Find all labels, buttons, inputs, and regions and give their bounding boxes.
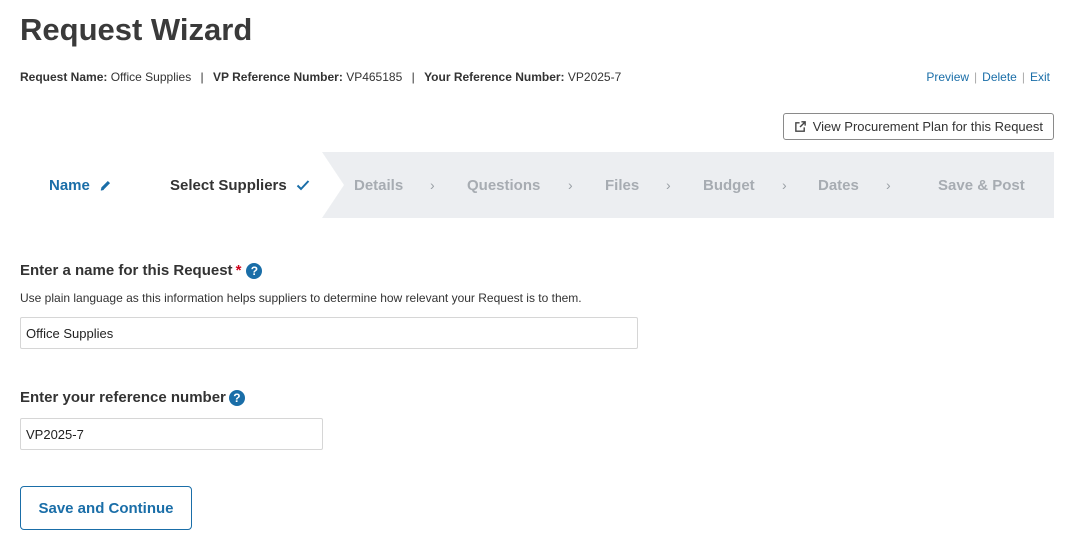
step-label: Questions bbox=[467, 176, 541, 194]
request-name-label-text: Enter a name for this Request bbox=[20, 262, 233, 279]
vp-reference-label: VP Reference Number: bbox=[213, 70, 343, 84]
reference-number-label-text: Enter your reference number bbox=[20, 389, 226, 406]
step-label: Budget bbox=[703, 176, 755, 194]
page-title: Request Wizard bbox=[20, 12, 253, 47]
preview-link[interactable]: Preview bbox=[926, 70, 969, 84]
chevron-right-icon: › bbox=[782, 177, 787, 193]
step-save-and-post[interactable]: Save & Post bbox=[938, 152, 1025, 218]
chevron-right-icon: › bbox=[666, 177, 671, 193]
request-name-input[interactable] bbox=[20, 317, 638, 349]
step-files[interactable]: Files bbox=[605, 152, 639, 218]
checkmark-icon bbox=[296, 179, 310, 191]
request-name-hint: Use plain language as this information h… bbox=[20, 291, 582, 305]
vp-reference-value: VP465185 bbox=[346, 70, 403, 84]
link-divider: | bbox=[1021, 70, 1025, 84]
wizard-steps: Name Select Suppliers Details › Question… bbox=[20, 152, 1054, 218]
help-icon[interactable]: ? bbox=[246, 262, 263, 279]
view-procurement-plan-button[interactable]: View Procurement Plan for this Request bbox=[782, 113, 1054, 140]
request-meta: Request Name: Office Supplies | VP Refer… bbox=[20, 70, 621, 84]
top-links: Preview | Delete | Exit bbox=[926, 70, 1050, 84]
help-icon[interactable]: ? bbox=[228, 389, 245, 406]
exit-link[interactable]: Exit bbox=[1030, 70, 1050, 84]
your-reference-label: Your Reference Number: bbox=[424, 70, 565, 84]
request-name-value: Office Supplies bbox=[110, 70, 192, 84]
step-label: Details bbox=[354, 176, 404, 194]
step-label: Dates bbox=[818, 176, 859, 194]
view-procurement-plan-label: View Procurement Plan for this Request bbox=[812, 119, 1043, 134]
your-reference-value: VP2025-7 bbox=[567, 70, 622, 84]
link-divider: | bbox=[974, 70, 978, 84]
step-questions[interactable]: Questions bbox=[467, 152, 540, 218]
chevron-right-icon: › bbox=[568, 177, 573, 193]
step-label: Select Suppliers bbox=[170, 176, 287, 194]
reference-number-field-label: Enter your reference number ? bbox=[20, 389, 245, 406]
step-label: Files bbox=[605, 176, 640, 194]
step-budget[interactable]: Budget bbox=[703, 152, 755, 218]
reference-number-input[interactable] bbox=[20, 418, 323, 450]
external-link-icon bbox=[794, 120, 807, 133]
meta-separator: | bbox=[411, 70, 415, 84]
step-name[interactable]: Name bbox=[49, 152, 112, 218]
chevron-right-icon: › bbox=[886, 177, 891, 193]
steps-arrow bbox=[322, 152, 344, 218]
request-name-label: Request Name: bbox=[20, 70, 108, 84]
request-name-field-label: Enter a name for this Request * ? bbox=[20, 262, 263, 279]
chevron-right-icon: › bbox=[430, 177, 435, 193]
step-dates[interactable]: Dates bbox=[818, 152, 859, 218]
meta-separator: | bbox=[200, 70, 204, 84]
step-label: Name bbox=[49, 176, 90, 194]
required-marker: * bbox=[235, 262, 242, 279]
save-and-continue-button[interactable]: Save and Continue bbox=[20, 486, 192, 530]
step-details[interactable]: Details bbox=[354, 152, 403, 218]
delete-link[interactable]: Delete bbox=[982, 70, 1017, 84]
step-select-suppliers[interactable]: Select Suppliers bbox=[170, 152, 310, 218]
pencil-icon bbox=[99, 179, 112, 192]
step-label: Save & Post bbox=[938, 176, 1025, 194]
